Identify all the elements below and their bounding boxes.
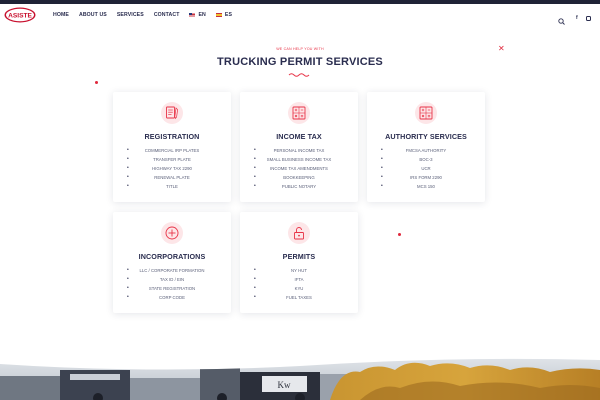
card-registration: REGISTRATION COMMERCIAL IRP PLATES TRANS…: [113, 92, 231, 202]
instagram-icon[interactable]: [586, 16, 591, 21]
list-item: FUEL TAXES: [240, 293, 358, 302]
service-list: LLC / CORPORATE FORMATION TAX ID / EIN S…: [113, 266, 231, 302]
facebook-icon[interactable]: f: [576, 15, 578, 21]
list-item: LLC / CORPORATE FORMATION: [113, 266, 231, 275]
card-permits: PERMITS NY HUT IFTA KYU FUEL TAXES: [240, 212, 358, 313]
list-item: KYU: [240, 284, 358, 293]
decorative-cross: ✕: [498, 44, 505, 53]
plus-circle-icon: [161, 222, 183, 244]
list-item: PERSONAL INCOME TAX: [240, 146, 358, 155]
decorative-dot: [95, 81, 98, 84]
list-item: CORP CODE: [113, 293, 231, 302]
card-income-tax: INCOME TAX PERSONAL INCOME TAX SMALL BUS…: [240, 92, 358, 202]
card-incorporations: INCORPORATIONS LLC / CORPORATE FORMATION…: [113, 212, 231, 313]
search-icon[interactable]: [558, 12, 565, 25]
hero-image-trucks: Kw: [0, 358, 600, 400]
lang-en-link[interactable]: EN: [189, 12, 206, 18]
list-item: INCOME TAX AMENDMENTS: [240, 164, 358, 173]
list-item: PUBLIC NOTARY: [240, 182, 358, 191]
us-flag-icon: [189, 13, 196, 17]
squiggle-divider: [288, 73, 310, 77]
list-item: UCR: [367, 164, 485, 173]
list-item: NY HUT: [240, 266, 358, 275]
unlock-icon: [288, 222, 310, 244]
logo-text: ASISTE: [8, 12, 32, 19]
site-header: ASISTE HOME ABOUT US SERVICES CONTACT EN…: [0, 4, 600, 30]
lang-es-link[interactable]: ES: [215, 12, 233, 18]
lang-es-label: ES: [224, 12, 233, 18]
calculator-icon: [288, 102, 310, 124]
list-item: BOC-3: [367, 155, 485, 164]
card-title: INCORPORATIONS: [138, 252, 206, 261]
calculator-icon: [415, 102, 437, 124]
es-flag-icon: [215, 13, 222, 17]
decorative-dot: [398, 233, 401, 236]
list-item: BOOKKEEPING: [240, 173, 358, 182]
nav-home[interactable]: HOME: [53, 12, 69, 18]
nav-about-us[interactable]: ABOUT US: [79, 12, 107, 18]
card-title: REGISTRATION: [144, 132, 200, 141]
list-item: TAX ID / EIN: [113, 275, 231, 284]
section-eyebrow: WE CAN HELP YOU WITH: [276, 47, 324, 51]
card-title: AUTHORITY SERVICES: [385, 132, 467, 141]
list-item: COMMERCIAL IRP PLATES: [113, 146, 231, 155]
nav-contact[interactable]: CONTACT: [154, 12, 180, 18]
card-title: PERMITS: [282, 252, 316, 261]
list-item: IRS FORM 2290: [367, 173, 485, 182]
service-list: NY HUT IFTA KYU FUEL TAXES: [240, 266, 358, 302]
card-authority-services: AUTHORITY SERVICES FMCSA AUTHORITY BOC-3…: [367, 92, 485, 202]
list-item: TITLE: [113, 182, 231, 191]
list-item: IFTA: [240, 275, 358, 284]
document-pen-icon: [161, 102, 183, 124]
list-item: SMALL BUSINESS INCOME TAX: [240, 155, 358, 164]
list-item: STATE REGISTRATION: [113, 284, 231, 293]
section-title: TRUCKING PERMIT SERVICES: [217, 56, 383, 68]
list-item: TRANSFER PLATE: [113, 155, 231, 164]
service-list: COMMERCIAL IRP PLATES TRANSFER PLATE HIG…: [113, 146, 231, 191]
lang-en-label: EN: [198, 12, 206, 18]
card-title: INCOME TAX: [276, 132, 322, 141]
service-list: FMCSA AUTHORITY BOC-3 UCR IRS FORM 2290 …: [367, 146, 485, 191]
list-item: MCS 150: [367, 182, 485, 191]
service-list: PERSONAL INCOME TAX SMALL BUSINESS INCOM…: [240, 146, 358, 191]
svg-text:Kw: Kw: [278, 380, 291, 390]
site-logo[interactable]: ASISTE: [4, 6, 36, 24]
list-item: RENEWAL PLATE: [113, 173, 231, 182]
nav-services[interactable]: SERVICES: [117, 12, 144, 18]
main-nav: HOME ABOUT US SERVICES CONTACT EN ES: [53, 12, 242, 18]
list-item: FMCSA AUTHORITY: [367, 146, 485, 155]
list-item: HIGHWAY TAX 2290: [113, 164, 231, 173]
